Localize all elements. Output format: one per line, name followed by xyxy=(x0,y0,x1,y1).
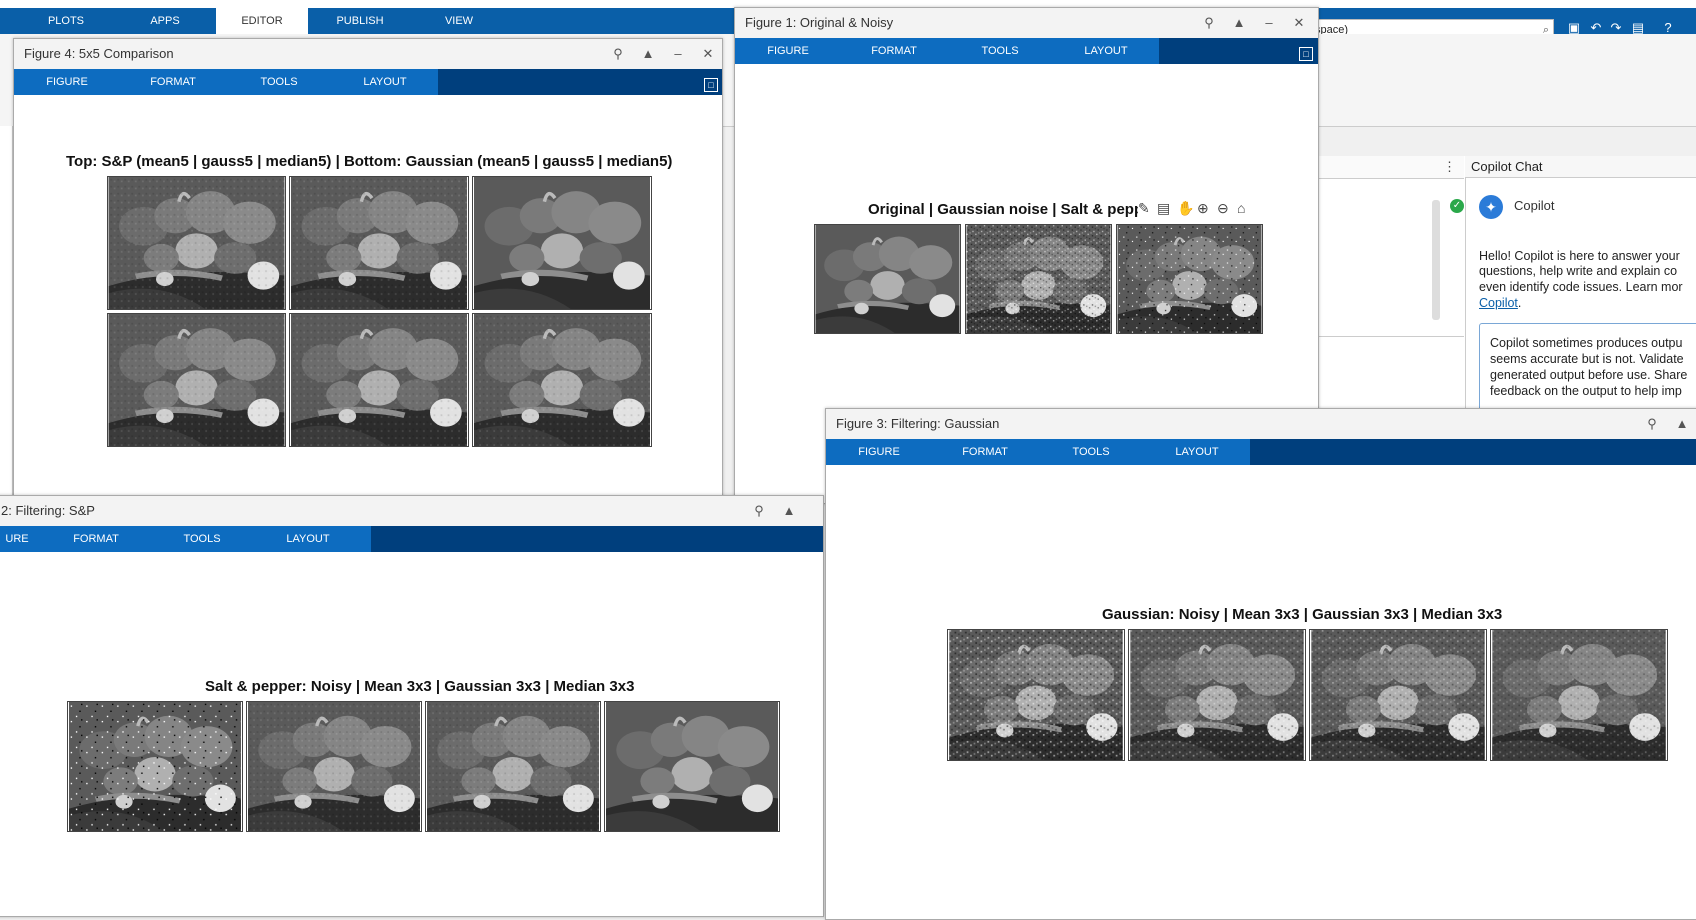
copilot-notice-line: seems accurate but is not. Validate xyxy=(1490,352,1684,366)
pan-icon[interactable]: ✋ xyxy=(1177,200,1194,217)
copilot-notice-box: Copilot sometimes produces outpu seems a… xyxy=(1479,323,1696,415)
image-sp-median5 xyxy=(472,176,652,310)
figure-tabs: FIGURE FORMAT TOOLS LAYOUT xyxy=(826,439,1250,465)
image-original xyxy=(814,224,961,334)
image-gaussian-gauss5 xyxy=(289,313,469,447)
image-gaussian-median5 xyxy=(472,313,652,447)
copilot-notice-line: Copilot sometimes produces outpu xyxy=(1490,336,1683,350)
copilot-notice-line: feedback on the output to help imp xyxy=(1490,384,1682,398)
check-status-icon: ✓ xyxy=(1450,199,1464,213)
tab-plots[interactable]: PLOTS xyxy=(18,8,114,34)
image-gaussian-mean3 xyxy=(1128,629,1306,761)
copilot-link-line: Copilot. xyxy=(1479,296,1521,311)
workspace-panel-header: ⋮ xyxy=(1318,156,1464,179)
figure-3-window[interactable]: Figure 3: Filtering: Gaussian ⚲ ▲ FIGURE… xyxy=(825,408,1696,920)
copilot-link[interactable]: Copilot xyxy=(1479,296,1518,310)
copilot-logo-icon: ✦ xyxy=(1479,195,1503,219)
tab-publish[interactable]: PUBLISH xyxy=(312,8,408,34)
tab-format[interactable]: FORMAT xyxy=(942,439,1028,465)
copilot-greeting-line: questions, help write and explain co xyxy=(1479,264,1678,278)
figure-tabs: FIGURE FORMAT TOOLS LAYOUT xyxy=(14,69,438,95)
pin-icon[interactable]: ⚲ xyxy=(1644,416,1660,432)
plot-title: Salt & pepper: Noisy | Mean 3x3 | Gaussi… xyxy=(205,678,635,695)
more-options-icon[interactable]: ⋮ xyxy=(1443,159,1456,175)
copilot-notice-line: generated output before use. Share xyxy=(1490,368,1688,382)
image-sp-median3 xyxy=(604,701,780,832)
undock-icon[interactable]: □ xyxy=(704,78,718,92)
tab-tools[interactable]: TOOLS xyxy=(1048,439,1134,465)
figure-toolstrip: FIGURE FORMAT TOOLS LAYOUT xyxy=(826,439,1696,465)
minimize-icon[interactable]: – xyxy=(1261,15,1277,31)
figure-tabs: URE FORMAT TOOLS LAYOUT xyxy=(0,526,371,552)
pin-icon[interactable]: ⚲ xyxy=(1201,15,1217,31)
brush-icon[interactable]: ✎ xyxy=(1138,200,1150,217)
plot-title: Original | Gaussian noise | Salt & pepp xyxy=(868,201,1138,218)
tab-tools[interactable]: TOOLS xyxy=(159,526,245,552)
zoom-in-icon[interactable]: ⊕ xyxy=(1197,200,1209,217)
tab-editor[interactable]: EDITOR xyxy=(216,8,308,34)
image-gaussian-gauss3 xyxy=(1309,629,1487,761)
image-sp-mean5 xyxy=(107,176,286,310)
tab-format[interactable]: FORMAT xyxy=(53,526,139,552)
figure-4-window[interactable]: Figure 4: 5x5 Comparison ⚲ ▲ – ✕ FIGURE … xyxy=(13,38,723,510)
tab-view[interactable]: VIEW xyxy=(412,8,506,34)
figure-toolstrip: FIGURE FORMAT TOOLS LAYOUT □ xyxy=(14,69,722,95)
copilot-link-suffix: . xyxy=(1517,296,1522,310)
minimize-icon[interactable]: – xyxy=(670,46,686,62)
image-gaussian-noisy xyxy=(947,629,1125,761)
tab-layout[interactable]: LAYOUT xyxy=(342,69,428,95)
tab-figure[interactable]: FIGURE xyxy=(745,38,831,64)
image-gaussian-noise xyxy=(965,224,1112,334)
copilot-greeting-line: even identify code issues. Learn mor xyxy=(1479,280,1683,294)
tab-tools[interactable]: TOOLS xyxy=(957,38,1043,64)
tab-figure[interactable]: FIGURE xyxy=(24,69,110,95)
figure-2-window[interactable]: 2: Filtering: S&P ⚲ ▲ URE FORMAT TOOLS L… xyxy=(0,495,824,917)
figure-toolstrip: URE FORMAT TOOLS LAYOUT xyxy=(0,526,823,552)
tab-format[interactable]: FORMAT xyxy=(130,69,216,95)
scrollbar[interactable] xyxy=(1432,200,1440,320)
image-gaussian-median3 xyxy=(1490,629,1668,761)
home-icon[interactable]: ⌂ xyxy=(1237,200,1245,216)
close-icon[interactable]: ✕ xyxy=(700,46,716,62)
tab-tools[interactable]: TOOLS xyxy=(236,69,322,95)
maximize-icon[interactable]: ▲ xyxy=(640,46,656,62)
zoom-out-icon[interactable]: ⊖ xyxy=(1217,200,1229,217)
image-gaussian-mean5 xyxy=(107,313,286,447)
figure-tabs: FIGURE FORMAT TOOLS LAYOUT xyxy=(735,38,1159,64)
pin-icon[interactable]: ⚲ xyxy=(610,46,626,62)
tab-apps[interactable]: APPS xyxy=(118,8,212,34)
image-sp-gauss5 xyxy=(289,176,469,310)
image-salt-pepper xyxy=(1116,224,1263,334)
maximize-icon[interactable]: ▲ xyxy=(1231,15,1247,31)
plot-title: Gaussian: Noisy | Mean 3x3 | Gaussian 3x… xyxy=(1102,606,1503,623)
tab-layout[interactable]: LAYOUT xyxy=(265,526,351,552)
tab-layout[interactable]: LAYOUT xyxy=(1063,38,1149,64)
image-sp-mean3 xyxy=(246,701,422,832)
maximize-icon[interactable]: ▲ xyxy=(1674,416,1690,432)
panel-divider xyxy=(1318,336,1464,337)
tab-format[interactable]: FORMAT xyxy=(851,38,937,64)
figure-3-title[interactable]: Figure 3: Filtering: Gaussian xyxy=(826,409,1696,439)
close-icon[interactable]: ✕ xyxy=(1291,15,1307,31)
tab-figure[interactable]: FIGURE xyxy=(836,439,922,465)
undock-icon[interactable]: □ xyxy=(1299,47,1313,61)
copilot-greeting-line: Hello! Copilot is here to answer your xyxy=(1479,249,1680,263)
maximize-icon[interactable]: ▲ xyxy=(781,503,797,519)
pin-icon[interactable]: ⚲ xyxy=(751,503,767,519)
datatip-icon[interactable]: ▤ xyxy=(1157,200,1170,217)
figure-2-title[interactable]: 2: Filtering: S&P xyxy=(0,496,823,526)
image-sp-gauss3 xyxy=(425,701,601,832)
copilot-panel-title: Copilot Chat xyxy=(1465,156,1696,178)
tab-layout[interactable]: LAYOUT xyxy=(1154,439,1240,465)
figure-toolstrip: FIGURE FORMAT TOOLS LAYOUT □ xyxy=(735,38,1318,64)
plot-title: Top: S&P (mean5 | gauss5 | median5) | Bo… xyxy=(66,153,673,170)
copilot-name: Copilot xyxy=(1514,198,1555,213)
image-sp-noisy xyxy=(67,701,243,832)
tab-figure[interactable]: URE xyxy=(0,526,37,552)
